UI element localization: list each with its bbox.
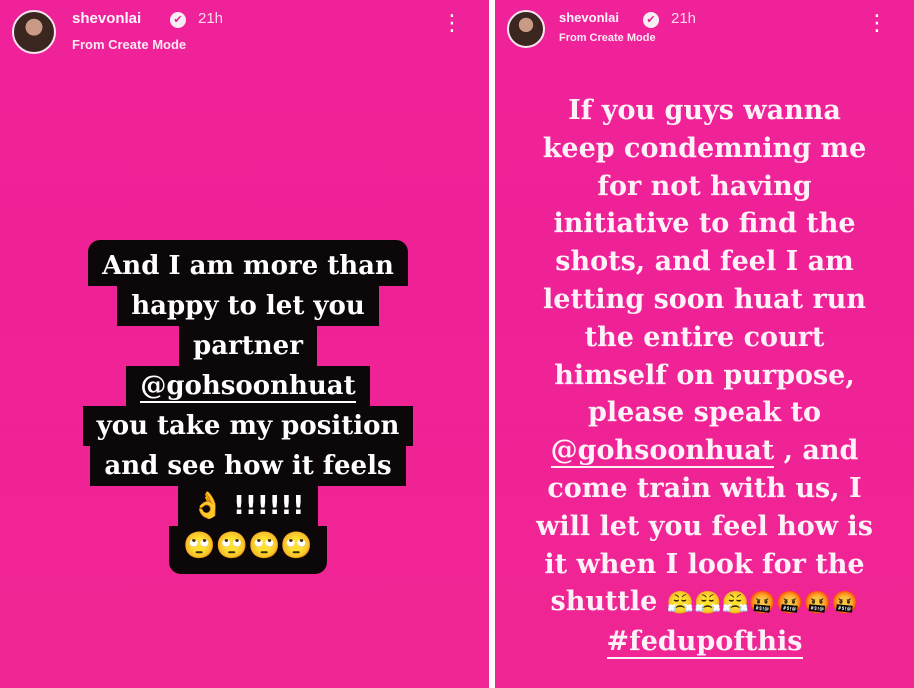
story-left: shevonlai ✔ 21h From Create Mode ⋮ And I… [0,0,489,688]
eye-roll-emoji-line: 🙄🙄🙄🙄 [183,531,313,561]
story-text-line: happy to let you [117,286,379,326]
story-text-line: you take my position [82,406,414,446]
story-text-line: 🙄🙄🙄🙄 [169,526,327,574]
mention-link[interactable]: @gohsoonhuat [140,371,356,403]
mention-line: @gohsoonhuat , and [495,432,914,470]
caption-line: shots, and feel I am [555,246,854,278]
post-time: 21h [671,10,697,27]
caption-line: himself on purpose, [554,359,855,391]
post-time: 21h [198,10,224,27]
more-options-icon[interactable]: ⋮ [441,13,463,35]
story-caption: If you guys wanna keep condemning me for… [495,92,914,661]
ok-hand-emoji-line: 👌 !!!!!! [191,491,305,521]
caption-line: If you guys wanna [568,95,841,126]
verified-badge-icon: ✔ [643,12,659,28]
mention-line: @gohsoonhuat [126,366,370,406]
caption-line: please speak to [588,397,821,429]
shuttle-line: shuttle 😤😤😤🤬🤬🤬🤬 [495,583,914,623]
mention-link[interactable]: @gohsoonhuat [550,435,775,469]
angry-emoji-line: 😤😤😤🤬🤬🤬🤬 [666,591,859,617]
create-mode-label: From Create Mode [72,37,187,52]
avatar[interactable] [507,10,545,48]
create-mode-label: From Create Mode [559,32,656,44]
caption-line: keep condemning me [542,132,867,164]
hashtag-link[interactable]: #fedupofthis [606,626,803,660]
caption-line: initiative to find the [553,208,856,240]
story-right: shevonlai ✔ 21h From Create Mode ⋮ If yo… [495,0,914,688]
caption-line: come train with us, I [547,472,862,504]
username[interactable]: shevonlai [559,10,619,25]
story-text-line: partner [179,326,317,366]
more-options-icon[interactable]: ⋮ [866,13,888,35]
story-text-line: And I am more than [88,240,408,286]
story-header: shevonlai ✔ 21h From Create Mode ⋮ [507,8,902,58]
story-text-box: And I am more than happy to let you part… [40,240,456,574]
username[interactable]: shevonlai [72,10,141,27]
caption-line: it when I look for the [544,548,865,580]
hashtag-line: #fedupofthis [495,623,914,661]
mention-suffix: , and [774,435,859,467]
caption-line: will let you feel how is [536,510,873,542]
caption-line: the entire court [584,321,825,353]
story-text-line: 👌 !!!!!! [177,486,319,526]
avatar[interactable] [12,10,56,54]
story-text-line: and see how it feels [90,446,406,486]
caption-line: letting soon huat run [543,283,866,315]
caption-line: for not having [597,170,812,202]
verified-badge-icon: ✔ [170,12,186,28]
story-header: shevonlai ✔ 21h From Create Mode ⋮ [12,8,477,58]
shuttle-word: shuttle [550,586,667,618]
